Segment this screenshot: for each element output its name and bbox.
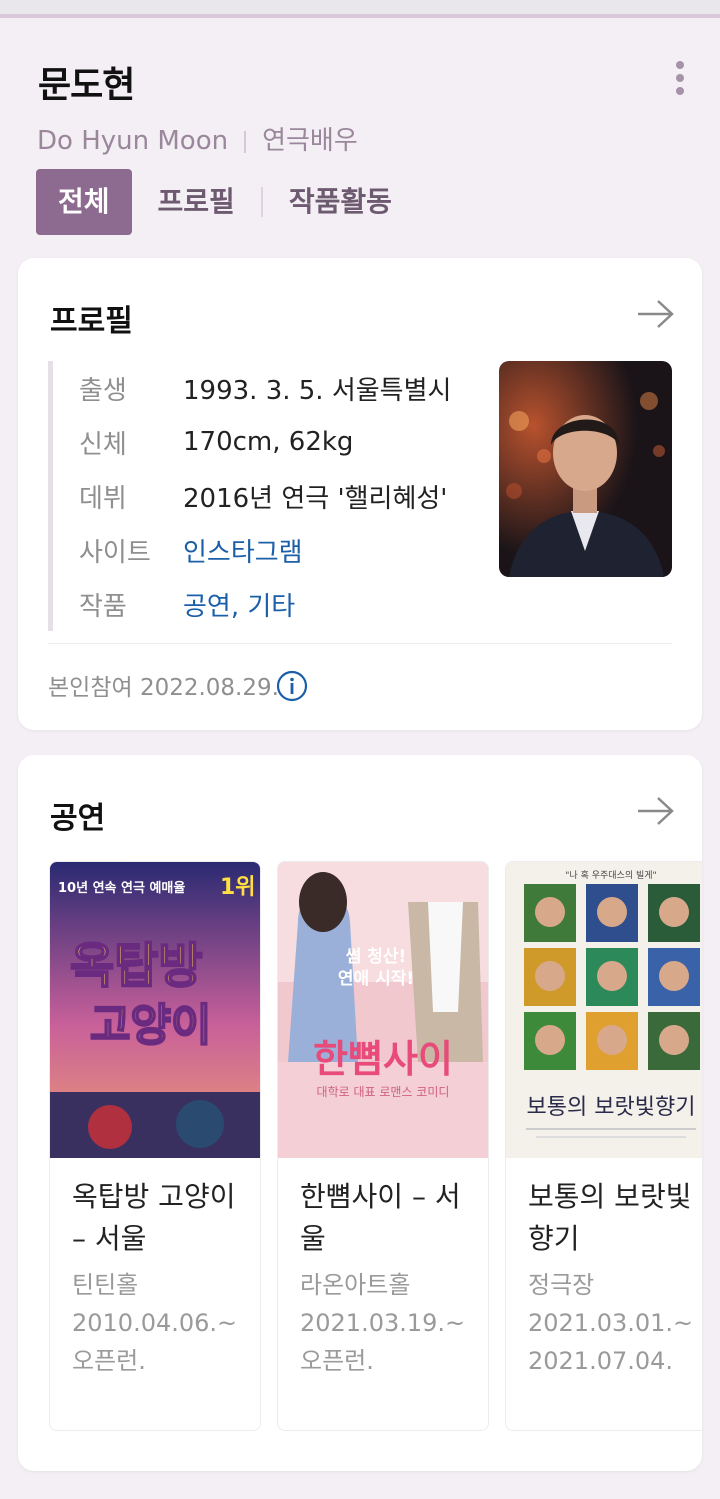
- profile-row-debut: 데뷔 2016년 연극 '핼리혜성': [53, 469, 493, 523]
- performance-name: 한뼘사이 – 서울: [300, 1180, 461, 1255]
- tab-all[interactable]: 전체: [36, 169, 132, 235]
- profile-key: 출생: [79, 375, 127, 406]
- performance-poster: "나 혹 우주대스의 빌게" 보통의 보랏빛향기: [506, 862, 702, 1158]
- profile-value: 2016년 연극 '핼리혜성': [183, 483, 448, 514]
- profile-key: 신체: [79, 429, 127, 460]
- tab-works[interactable]: 작품활동: [271, 169, 410, 235]
- poster-text: 썸 청산!: [346, 946, 407, 967]
- works-link[interactable]: 공연, 기타: [183, 586, 295, 623]
- profile-key: 사이트: [79, 537, 151, 568]
- performance-item[interactable]: "나 혹 우주대스의 빌게" 보통의 보랏빛향기 보통의 보랏빛 향기 정극장 …: [505, 861, 702, 1431]
- performance-name: 보통의 보랏빛 향기: [528, 1180, 692, 1255]
- profile-divider: [48, 643, 672, 644]
- performance-venue: 라온아트홀: [300, 1271, 411, 1299]
- occupation: 연극배우: [262, 126, 358, 156]
- profile-value: 170cm, 62kg: [183, 427, 354, 457]
- arrow-right-icon[interactable]: [636, 795, 676, 827]
- poster-text: 보통의 보랏빛향기: [527, 1095, 696, 1120]
- poster-text: 1위: [220, 875, 256, 900]
- page-title: 문도현: [38, 65, 135, 106]
- performance-status: 오픈런.: [72, 1347, 146, 1375]
- performance-item[interactable]: 썸 청산! 연애 시작! 한뼘사이 대학로 대표 로맨스 코미디 한뼘사이 – …: [277, 861, 489, 1431]
- instagram-link[interactable]: 인스타그램: [183, 532, 303, 569]
- performances-card: 공연 10년 연속 연극 예매율 1위 옥탑방 고양이 옥탑방 고양이 – 서울…: [18, 755, 702, 1471]
- subtitle-divider: [244, 130, 247, 153]
- profile-value: 1993. 3. 5. 서울특별시: [183, 375, 452, 406]
- performance-poster: 10년 연속 연극 예매율 1위 옥탑방 고양이: [50, 862, 260, 1158]
- profile-row-site: 사이트 인스타그램: [53, 523, 493, 577]
- profile-row-works: 작품 공연, 기타: [53, 577, 493, 631]
- profile-photo[interactable]: [499, 361, 672, 577]
- header-accent-line: [0, 14, 720, 18]
- poster-text: 10년 연속 연극 예매율: [58, 880, 185, 896]
- info-icon[interactable]: [276, 670, 308, 702]
- performance-venue: 정극장: [528, 1271, 595, 1299]
- english-name: Do Hyun Moon: [37, 126, 229, 156]
- performance-period: 2021.03.19.~: [300, 1309, 466, 1337]
- performance-status: 2021.07.04.: [528, 1347, 674, 1375]
- participation-date: 본인참여 2022.08.29.: [48, 675, 279, 701]
- tab-bar: 전체 프로필 작품활동: [36, 169, 410, 235]
- performance-status: 오픈런.: [300, 1347, 374, 1375]
- performance-meta: 정극장 2021.03.01.~ 2021.07.04.: [528, 1266, 702, 1380]
- poster-text: 연애 시작!: [338, 969, 414, 989]
- performance-name: 옥탑방 고양이 – 서울: [72, 1180, 236, 1255]
- profile-key: 데뷔: [79, 483, 127, 514]
- performances-card-title: 공연: [50, 801, 106, 836]
- performance-meta: 틴틴홀 2010.04.06.~ 오픈런.: [72, 1266, 252, 1380]
- performance-poster: 썸 청산! 연애 시작! 한뼘사이 대학로 대표 로맨스 코미디: [278, 862, 488, 1158]
- profile-row-birth: 출생 1993. 3. 5. 서울특별시: [53, 361, 493, 415]
- profile-row-body: 신체 170cm, 62kg: [53, 415, 493, 469]
- profile-info-list: 출생 1993. 3. 5. 서울특별시 신체 170cm, 62kg 데뷔 2…: [48, 361, 493, 631]
- profile-key: 작품: [79, 591, 127, 622]
- more-options-icon[interactable]: [667, 58, 693, 98]
- profile-card-title: 프로필: [50, 304, 133, 339]
- status-bar-strip: [0, 0, 720, 14]
- performance-item[interactable]: 10년 연속 연극 예매율 1위 옥탑방 고양이 옥탑방 고양이 – 서울 틴틴…: [49, 861, 261, 1431]
- tab-divider: [260, 187, 263, 217]
- performance-meta: 라온아트홀 2021.03.19.~ 오픈런.: [300, 1266, 480, 1380]
- performance-venue: 틴틴홀: [72, 1271, 139, 1299]
- performance-period: 2010.04.06.~: [72, 1309, 238, 1337]
- poster-text: 옥탑방: [70, 938, 202, 994]
- poster-text: "나 혹 우주대스의 빌게": [565, 869, 656, 881]
- profile-card: 프로필 출생 1993. 3. 5. 서울특별시 신체 170cm, 62kg …: [18, 258, 702, 730]
- poster-text: 한뼘사이: [313, 1037, 453, 1081]
- poster-text: 고양이: [90, 1000, 211, 1051]
- subtitle: Do Hyun Moon 연극배우: [37, 120, 358, 157]
- performance-period: 2021.03.01.~: [528, 1309, 694, 1337]
- poster-text: 대학로 대표 로맨스 코미디: [317, 1085, 450, 1099]
- tab-profile[interactable]: 프로필: [140, 169, 253, 235]
- arrow-right-icon[interactable]: [636, 298, 676, 330]
